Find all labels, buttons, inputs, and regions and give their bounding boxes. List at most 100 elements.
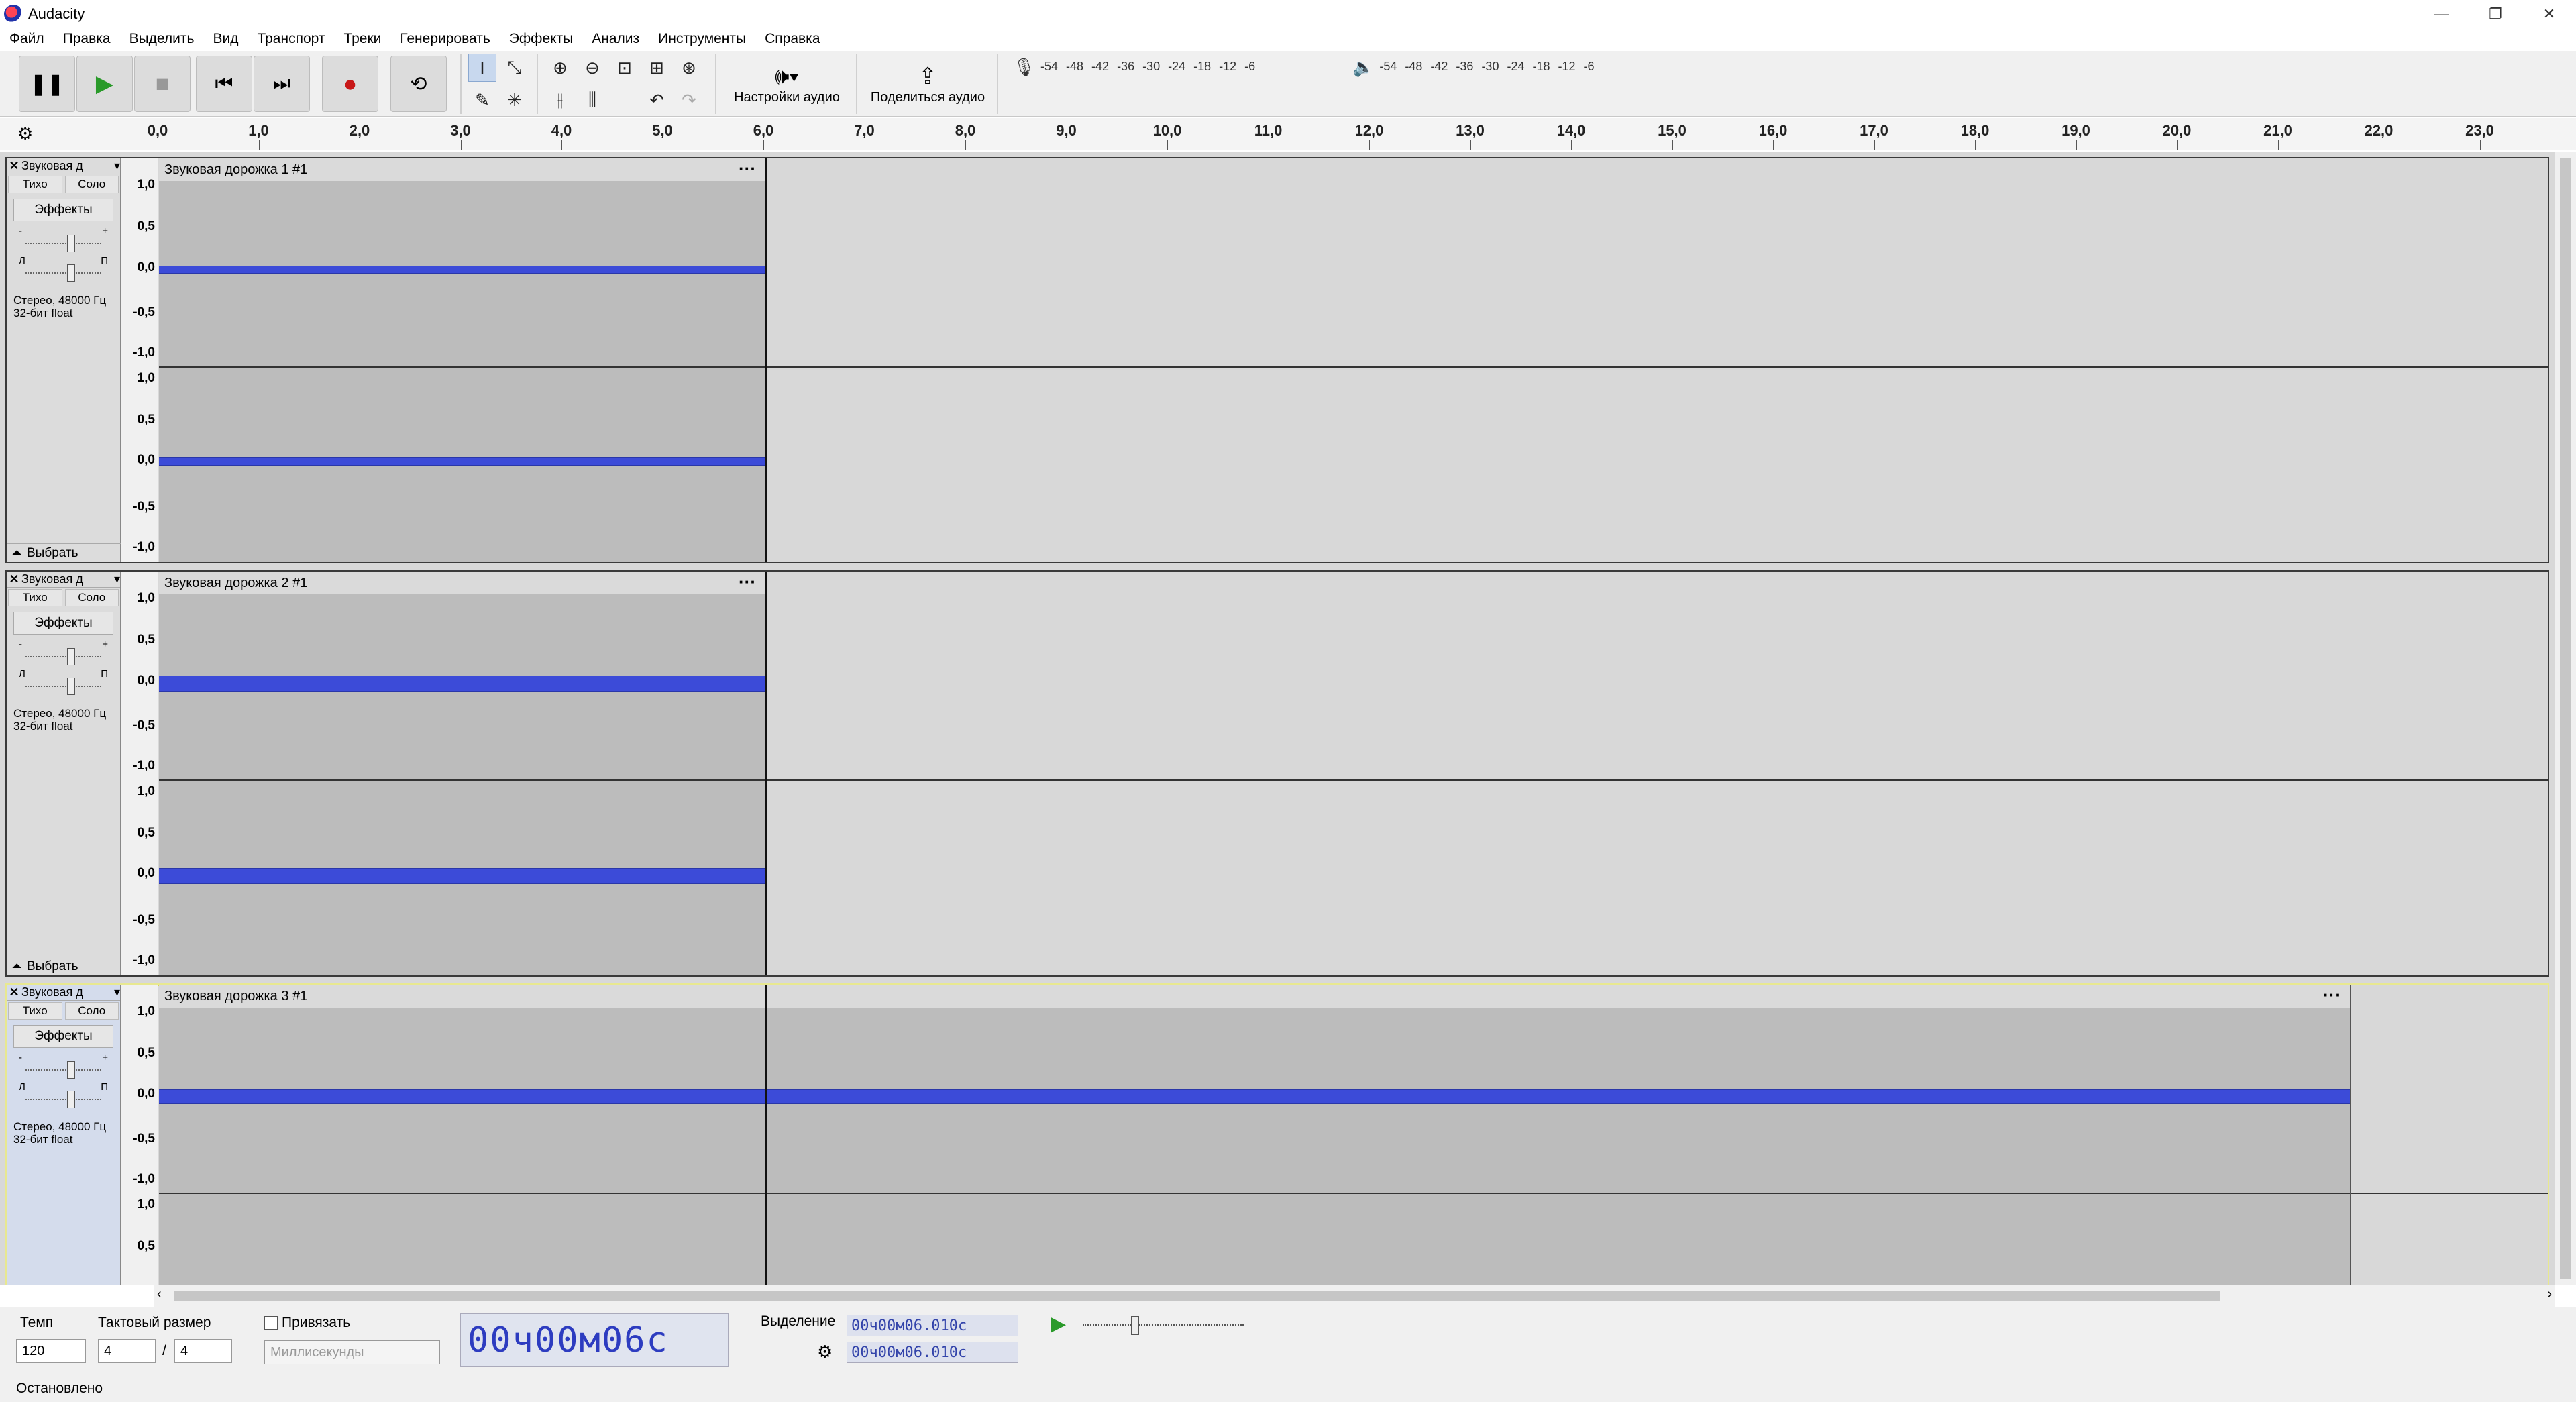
audio-track-1[interactable]: ✕ Звуковая д ▾ Тихо Соло Эффекты - + ЛП Стер… <box>5 157 2549 563</box>
menu-transport[interactable]: Транспорт <box>248 31 334 47</box>
slider-knob[interactable] <box>67 264 75 282</box>
gear-icon[interactable]: ⚙ <box>817 1342 833 1362</box>
vertical-scrollbar[interactable] <box>2555 152 2576 1285</box>
audio-clip[interactable]: Звуковая дорожка 3 #1 ··· <box>159 985 2351 1285</box>
menu-effects[interactable]: Эффекты <box>500 31 582 47</box>
track-canvas[interactable]: Звуковая дорожка 3 #1 ··· <box>159 985 2548 1285</box>
track-name-menu[interactable]: Звуковая д <box>21 159 114 173</box>
menu-analyze[interactable]: Анализ <box>582 31 649 47</box>
slider-knob[interactable] <box>67 1091 75 1108</box>
timeline-ruler[interactable]: ⚙ 0,0 1,0 2,0 3,0 4,0 5,0 6,0 7,0 8,0 9,0 10,0 11,0… <box>0 118 2576 150</box>
tempo-input[interactable]: 120 <box>16 1339 86 1363</box>
slider-knob[interactable] <box>67 235 75 252</box>
menu-tools[interactable]: Инструменты <box>649 31 755 47</box>
slider-knob[interactable] <box>67 678 75 695</box>
clip-title-bar[interactable]: Звуковая дорожка 1 #1 ··· <box>159 158 765 181</box>
track-name-menu[interactable]: Звуковая д <box>21 985 114 1000</box>
effects-button[interactable]: Эффекты <box>13 199 113 221</box>
skip-start-button[interactable]: ⏮ <box>196 56 252 112</box>
silence-button[interactable]: ⫼ <box>578 86 606 114</box>
audio-track-3[interactable]: ✕ Звуковая д ▾ Тихо Соло Эффекты - + ЛП Стер… <box>5 983 2549 1285</box>
multi-tool-button[interactable]: ✳ <box>500 86 529 114</box>
slider-knob[interactable] <box>1131 1316 1139 1335</box>
pan-slider[interactable]: ЛП <box>19 1081 108 1111</box>
trim-button[interactable]: ⫲ <box>546 86 574 114</box>
envelope-tool-button[interactable]: ⤡ <box>500 54 529 82</box>
playback-meter[interactable]: 🔈 -54 -48 -42 -36 -30 -24 -18 -12 -6 <box>1352 56 1595 78</box>
gain-slider[interactable]: - + <box>19 225 108 255</box>
gain-slider[interactable]: - + <box>19 639 108 668</box>
record-button[interactable]: ● <box>322 56 378 112</box>
scroll-thumb[interactable] <box>174 1291 2220 1301</box>
more-options-icon[interactable]: ··· <box>739 158 756 179</box>
mute-button[interactable]: Тихо <box>8 589 62 606</box>
menu-help[interactable]: Справка <box>755 31 829 47</box>
time-display[interactable]: 00ч00м06с <box>460 1313 729 1367</box>
mute-button[interactable]: Тихо <box>8 1002 62 1020</box>
pan-slider[interactable]: ЛП <box>19 255 108 284</box>
audio-settings-button[interactable]: 🕪▾ Настройки аудио <box>724 54 849 114</box>
collapse-icon[interactable]: ⏶ <box>7 959 27 974</box>
snap-checkbox[interactable] <box>264 1316 278 1330</box>
close-track-icon[interactable]: ✕ <box>7 159 21 173</box>
zoom-toggle-button[interactable]: ⊛ <box>675 54 703 82</box>
slider-knob[interactable] <box>67 648 75 665</box>
play-button[interactable]: ▶ <box>76 56 133 112</box>
audio-clip[interactable]: Звуковая дорожка 1 #1 ··· <box>159 158 767 562</box>
audio-clip[interactable]: Звуковая дорожка 2 #1 ··· <box>159 572 767 975</box>
chevron-down-icon[interactable]: ▾ <box>114 159 120 173</box>
time-signature-numerator[interactable]: 4 <box>98 1339 156 1363</box>
menu-edit[interactable]: Правка <box>54 31 120 47</box>
time-signature-denominator[interactable]: 4 <box>174 1339 232 1363</box>
collapse-icon[interactable]: ⏶ <box>7 546 27 561</box>
track-canvas[interactable]: Звуковая дорожка 2 #1 ··· <box>159 572 2548 975</box>
track-canvas[interactable]: Звуковая дорожка 1 #1 ··· <box>159 158 2548 562</box>
chevron-down-icon[interactable]: ▾ <box>114 572 120 586</box>
pause-button[interactable]: ❚❚ <box>19 56 75 112</box>
menu-select[interactable]: Выделить <box>120 31 204 47</box>
fit-selection-button[interactable]: ⊡ <box>610 54 639 82</box>
fit-project-button[interactable]: ⊞ <box>643 54 671 82</box>
close-track-icon[interactable]: ✕ <box>7 572 21 586</box>
scroll-right-icon[interactable]: › <box>2547 1287 2552 1302</box>
zoom-in-button[interactable]: ⊕ <box>546 54 574 82</box>
menu-view[interactable]: Вид <box>203 31 248 47</box>
scroll-left-icon[interactable]: ‹ <box>157 1287 162 1302</box>
undo-button[interactable]: ↶ <box>643 86 671 114</box>
solo-button[interactable]: Соло <box>64 589 119 606</box>
play-at-speed-icon[interactable]: ▶ <box>1051 1312 1066 1336</box>
more-options-icon[interactable]: ··· <box>2323 985 2341 1006</box>
mute-button[interactable]: Тихо <box>8 176 62 193</box>
clip-title-bar[interactable]: Звуковая дорожка 2 #1 ··· <box>159 572 765 594</box>
menu-file[interactable]: Файл <box>0 31 54 47</box>
gain-slider[interactable]: - + <box>19 1052 108 1081</box>
zoom-out-button[interactable]: ⊖ <box>578 54 606 82</box>
record-meter[interactable]: 🎙 -54 -48 -42 -36 -30 -24 -18 -12 -6 <box>1013 56 1256 78</box>
chevron-down-icon[interactable]: ▾ <box>114 985 120 1000</box>
snap-units-select[interactable]: Миллисекунды <box>264 1340 440 1364</box>
close-button[interactable]: ✕ <box>2522 0 2576 28</box>
gear-icon[interactable]: ⚙ <box>17 123 33 144</box>
clip-title-bar[interactable]: Звуковая дорожка 3 #1 ··· <box>159 985 2350 1008</box>
menu-generate[interactable]: Генерировать <box>390 31 499 47</box>
slider-knob[interactable] <box>67 1061 75 1079</box>
select-track-button[interactable]: ⏶ Выбрать <box>7 543 121 562</box>
redo-button[interactable]: ↷ <box>675 86 703 114</box>
selection-tool-button[interactable]: I <box>468 54 496 82</box>
track-name-menu[interactable]: Звуковая д <box>21 572 114 586</box>
vertical-scale[interactable]: 1,0 0,5 0,0 -0,5 -1,0 1,0 0,5 0,0 -0,5 -… <box>121 572 158 975</box>
solo-button[interactable]: Соло <box>64 176 119 193</box>
selection-start[interactable]: 00ч00м06.010с <box>847 1315 1018 1336</box>
vertical-scale[interactable]: 1,0 0,5 0,0 -0,5 -1,0 1,0 0,5 <box>121 985 158 1285</box>
menu-tracks[interactable]: Треки <box>334 31 390 47</box>
close-track-icon[interactable]: ✕ <box>7 985 21 1000</box>
solo-button[interactable]: Соло <box>64 1002 119 1020</box>
loop-button[interactable]: ⟲ <box>390 56 447 112</box>
effects-button[interactable]: Эффекты <box>13 1025 113 1048</box>
skip-end-button[interactable]: ⏭ <box>254 56 310 112</box>
pan-slider[interactable]: ЛП <box>19 668 108 698</box>
restore-button[interactable]: ❐ <box>2469 0 2522 28</box>
share-audio-button[interactable]: ⇪ Поделиться аудио <box>865 54 990 114</box>
horizontal-scrollbar[interactable]: ‹ › <box>154 1285 2555 1307</box>
effects-button[interactable]: Эффекты <box>13 612 113 635</box>
